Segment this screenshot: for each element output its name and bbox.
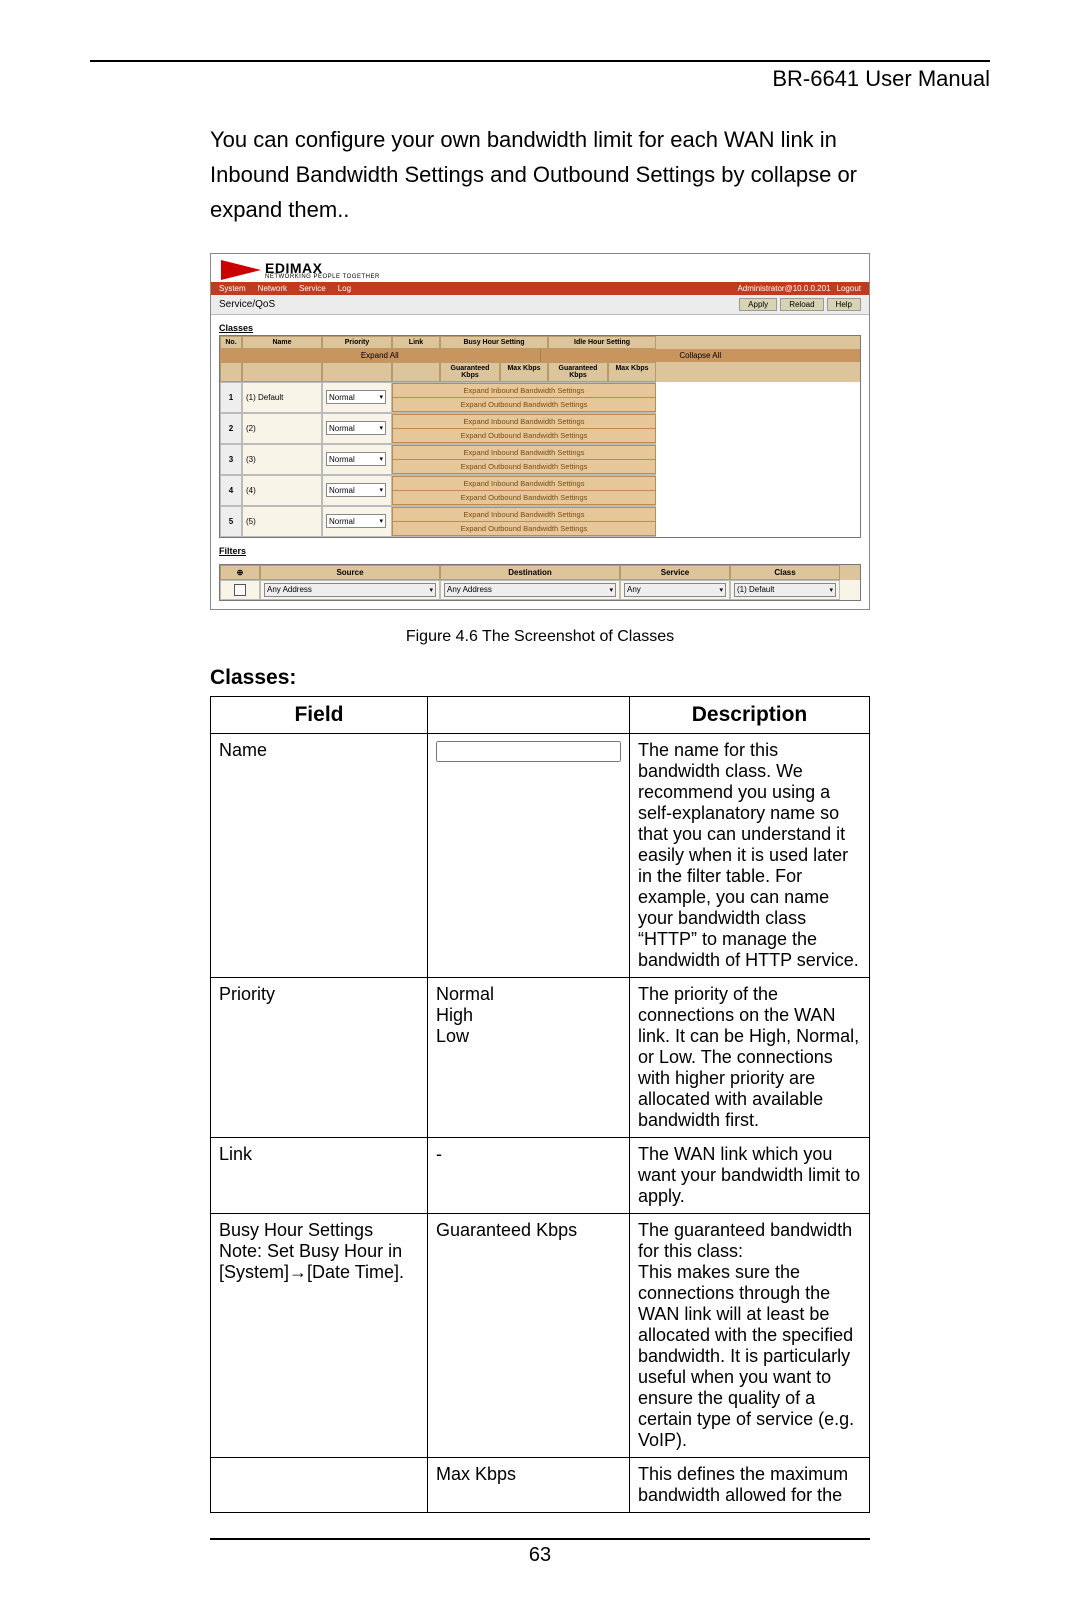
expand-inbound-link[interactable]: Expand Inbound Bandwidth Settings — [392, 383, 656, 398]
brand-tagline: NETWORKING PEOPLE TOGETHER — [265, 274, 380, 280]
col-link: Link — [392, 336, 440, 349]
col-idle-gk: Guaranteed Kbps — [548, 362, 608, 382]
collapse-all-button[interactable]: Collapse All — [541, 349, 861, 362]
expand-inbound-link[interactable]: Expand Inbound Bandwidth Settings — [392, 414, 656, 429]
col-no: No. — [220, 336, 242, 349]
desc-field: Name — [211, 733, 428, 977]
logout-link[interactable]: Logout — [837, 284, 861, 293]
reload-button[interactable]: Reload — [780, 298, 823, 311]
desc-row: Link-The WAN link which you want your ba… — [211, 1137, 870, 1213]
desc-field: Busy Hour SettingsNote: Set Busy Hour in… — [211, 1213, 428, 1457]
desc-value: - — [428, 1137, 630, 1213]
class-row: 4(4) Normal Expand Inbound Bandwidth Setti… — [220, 475, 860, 506]
class-row-no: 1 — [220, 382, 242, 413]
expand-inbound-link[interactable]: Expand Inbound Bandwidth Settings — [392, 445, 656, 460]
filter-service-select[interactable]: Any — [624, 583, 726, 597]
desc-value: NormalHighLow — [428, 977, 630, 1137]
col-priority: Priority — [322, 336, 392, 349]
desc-th-field: Field — [211, 696, 428, 733]
filters-section-title: Filters — [219, 546, 861, 556]
filter-source-select[interactable]: Any Address — [264, 583, 436, 597]
help-button[interactable]: Help — [827, 298, 861, 311]
class-row-name: (4) — [242, 475, 322, 506]
class-row-name: (3) — [242, 444, 322, 475]
class-row: 1(1) Default Normal Expand Inbound Bandwid… — [220, 382, 860, 413]
class-row-name: (2) — [242, 413, 322, 444]
qos-screenshot: EDIMAX NETWORKING PEOPLE TOGETHER System… — [210, 253, 870, 610]
class-row: 3(3) Normal Expand Inbound Bandwidth Setti… — [220, 444, 860, 475]
desc-field: Priority — [211, 977, 428, 1137]
desc-text: The guaranteed bandwidth for this class:… — [630, 1213, 870, 1457]
flt-col-source: Source — [260, 565, 440, 580]
class-row-no: 4 — [220, 475, 242, 506]
desc-value: Guaranteed Kbps — [428, 1213, 630, 1457]
page-number: 63 — [90, 1544, 990, 1567]
desc-field — [211, 1457, 428, 1512]
nav-item-network[interactable]: Network — [258, 284, 287, 293]
col-busy: Busy Hour Setting — [440, 336, 548, 349]
flt-col-chk: ⊕ — [220, 565, 260, 580]
flt-col-dest: Destination — [440, 565, 620, 580]
apply-button[interactable]: Apply — [739, 298, 777, 311]
expand-outbound-link[interactable]: Expand Outbound Bandwidth Settings — [392, 460, 656, 474]
desc-value: Max Kbps — [428, 1457, 630, 1512]
col-idle: Idle Hour Setting — [548, 336, 656, 349]
expand-inbound-link[interactable]: Expand Inbound Bandwidth Settings — [392, 476, 656, 491]
col-busy-mk: Max Kbps — [500, 362, 548, 382]
desc-text: The WAN link which you want your bandwid… — [630, 1137, 870, 1213]
priority-select[interactable]: Normal — [326, 452, 386, 466]
class-row-no: 2 — [220, 413, 242, 444]
description-table: Field Description Name The name for this … — [210, 696, 870, 1513]
desc-row: PriorityNormalHighLowThe priority of the… — [211, 977, 870, 1137]
priority-select[interactable]: Normal — [326, 390, 386, 404]
class-row-no: 3 — [220, 444, 242, 475]
desc-field: Link — [211, 1137, 428, 1213]
expand-outbound-link[interactable]: Expand Outbound Bandwidth Settings — [392, 522, 656, 536]
desc-text: This defines the maximum bandwidth allow… — [630, 1457, 870, 1512]
col-name: Name — [242, 336, 322, 349]
class-row: 5(5) Normal Expand Inbound Bandwidth Setti… — [220, 506, 860, 537]
class-row-name: (1) Default — [242, 382, 322, 413]
priority-select[interactable]: Normal — [326, 514, 386, 528]
desc-text: The name for this bandwidth class. We re… — [630, 733, 870, 977]
expand-all-button[interactable]: Expand All — [220, 349, 541, 362]
desc-row: Busy Hour SettingsNote: Set Busy Hour in… — [211, 1213, 870, 1457]
flt-col-service: Service — [620, 565, 730, 580]
top-nav: System Network Service Log Administrator… — [211, 282, 869, 295]
desc-row: Max KbpsThis defines the maximum bandwid… — [211, 1457, 870, 1512]
filter-dest-select[interactable]: Any Address — [444, 583, 616, 597]
desc-text: The priority of the connections on the W… — [630, 977, 870, 1137]
filter-class-select[interactable]: (1) Default — [734, 583, 836, 597]
class-row: 2(2) Normal Expand Inbound Bandwidth Setti… — [220, 413, 860, 444]
brand-logo-icon — [221, 260, 261, 280]
desc-value — [428, 733, 630, 977]
class-row-no: 5 — [220, 506, 242, 537]
intro-paragraph: You can configure your own bandwidth lim… — [210, 122, 870, 228]
desc-th-desc: Description — [630, 696, 870, 733]
filter-row-checkbox[interactable] — [234, 584, 246, 596]
breadcrumb: Service/QoS — [219, 299, 275, 310]
classes-heading: Classes: — [210, 666, 870, 690]
priority-select[interactable]: Normal — [326, 483, 386, 497]
flt-col-class: Class — [730, 565, 840, 580]
col-busy-gk: Guaranteed Kbps — [440, 362, 500, 382]
nav-user-label: Administrator@10.0.0.201 — [737, 284, 830, 293]
nav-item-system[interactable]: System — [219, 284, 246, 293]
doc-header-title: BR-6641 User Manual — [90, 66, 990, 92]
class-row-name: (5) — [242, 506, 322, 537]
desc-th-value — [428, 696, 630, 733]
desc-row: Name The name for this bandwidth class. W… — [211, 733, 870, 977]
classes-section-title: Classes — [219, 323, 861, 333]
nav-item-service[interactable]: Service — [299, 284, 326, 293]
col-idle-mk: Max Kbps — [608, 362, 656, 382]
expand-outbound-link[interactable]: Expand Outbound Bandwidth Settings — [392, 429, 656, 443]
priority-select[interactable]: Normal — [326, 421, 386, 435]
nav-item-log[interactable]: Log — [338, 284, 351, 293]
expand-outbound-link[interactable]: Expand Outbound Bandwidth Settings — [392, 398, 656, 412]
expand-outbound-link[interactable]: Expand Outbound Bandwidth Settings — [392, 491, 656, 505]
expand-inbound-link[interactable]: Expand Inbound Bandwidth Settings — [392, 507, 656, 522]
figure-caption: Figure 4.6 The Screenshot of Classes — [90, 628, 990, 646]
